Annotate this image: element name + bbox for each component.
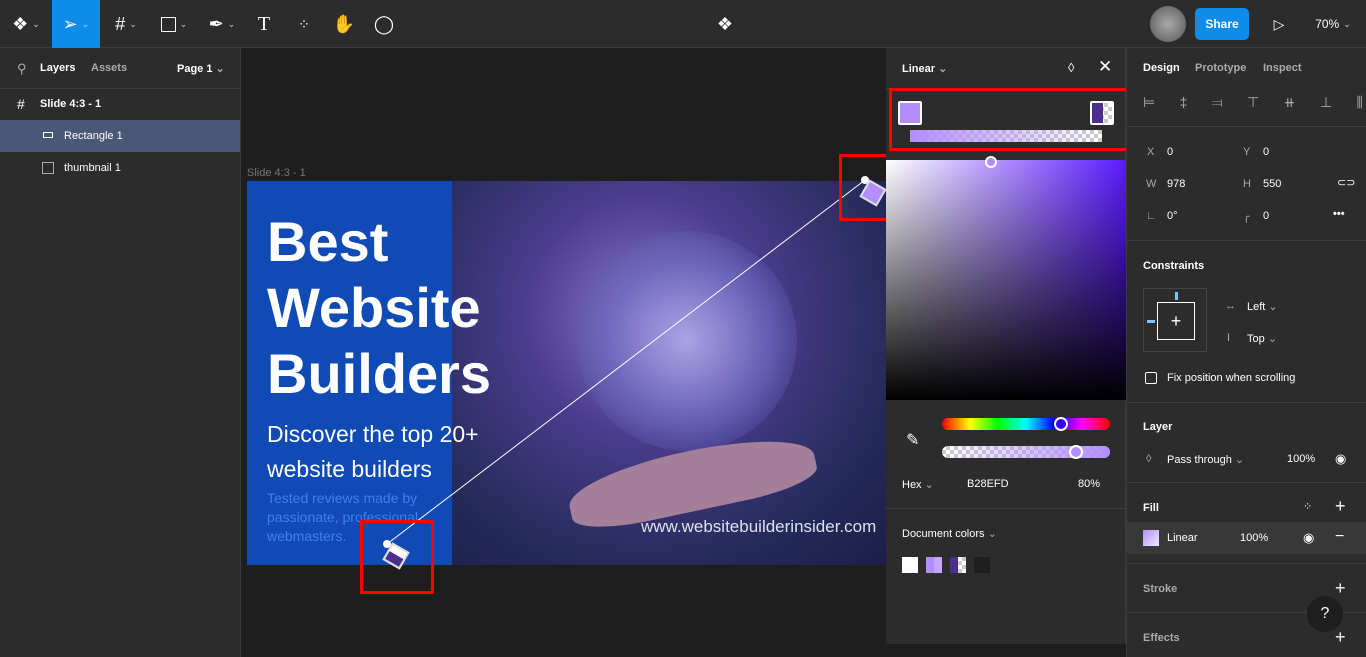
align-left-icon[interactable]: ⊨: [1143, 94, 1155, 111]
design-panel: Design Prototype Inspect ⊨ ‡ ⫤ ⊤ ⧺ ⊥ ⫼ X 0 Y 0…: [1126, 48, 1366, 657]
align-middle-icon[interactable]: ⧺: [1284, 94, 1296, 111]
chevron-down-icon: ⌄: [924, 479, 934, 491]
document-colors-dropdown[interactable]: Document colors ⌄: [902, 527, 997, 540]
radius-input[interactable]: 0: [1263, 210, 1269, 222]
stroke-title: Stroke: [1143, 583, 1178, 595]
swatch-black[interactable]: [974, 557, 990, 573]
layer-title: Layer: [1143, 421, 1173, 433]
divider: [1127, 482, 1366, 483]
divider: [1127, 240, 1366, 241]
color-format-value: Hex: [902, 479, 922, 491]
fill-title: Fill: [1143, 502, 1159, 514]
opacity-input[interactable]: 80%: [1078, 478, 1100, 490]
eye-icon[interactable]: ◉: [1335, 451, 1346, 467]
vertical-constraint-icon: I: [1227, 332, 1231, 344]
hue-slider[interactable]: [942, 418, 1110, 430]
chevron-down-icon: ⌄: [1268, 301, 1278, 313]
styles-icon[interactable]: ⁘: [1303, 500, 1312, 513]
remove-fill-icon[interactable]: −: [1335, 528, 1344, 546]
eye-icon[interactable]: ◉: [1303, 530, 1314, 546]
y-input[interactable]: 0: [1263, 146, 1269, 158]
constrain-proportions-icon[interactable]: ⊂⊃: [1337, 176, 1355, 189]
chevron-down-icon: ⌄: [1234, 454, 1245, 466]
highlight-box: [360, 520, 434, 594]
constraint-h-value: Left: [1247, 301, 1266, 313]
align-right-icon[interactable]: ⫤: [1212, 94, 1223, 111]
corner-radius-icon: ╭: [1243, 211, 1250, 223]
document-colors-label: Document colors: [902, 528, 985, 540]
x-label: X: [1147, 146, 1155, 158]
add-stroke-icon[interactable]: +: [1335, 578, 1346, 599]
add-fill-icon[interactable]: +: [1335, 496, 1346, 517]
blend-icon[interactable]: ◊: [1068, 60, 1074, 75]
chevron-down-icon: ⌄: [1267, 333, 1278, 345]
fix-position-checkbox[interactable]: [1145, 372, 1157, 384]
h-label: H: [1243, 178, 1251, 190]
constraints-title: Constraints: [1143, 260, 1205, 272]
tab-inspect[interactable]: Inspect: [1263, 62, 1302, 74]
close-icon[interactable]: ✕: [1098, 57, 1112, 77]
eyedropper-icon[interactable]: ✎: [906, 430, 919, 450]
fill-row[interactable]: Linear 100% ◉ −: [1127, 522, 1366, 554]
width-input[interactable]: 978: [1167, 178, 1185, 190]
add-effect-icon[interactable]: +: [1335, 627, 1346, 648]
blend-mode-dropdown[interactable]: Pass through ⌄: [1167, 453, 1244, 466]
align-top-icon[interactable]: ⊤: [1247, 94, 1259, 111]
saturation-handle[interactable]: [985, 156, 997, 168]
horizontal-constraint-icon: ↔: [1225, 300, 1236, 312]
fill-type-dropdown[interactable]: Linear ⌄: [902, 62, 947, 75]
rotation-input[interactable]: 0°: [1167, 210, 1178, 222]
effects-title: Effects: [1143, 632, 1180, 644]
align-bottom-icon[interactable]: ⊥: [1320, 94, 1332, 111]
fill-type-value: Linear: [902, 63, 936, 75]
height-input[interactable]: 550: [1263, 178, 1281, 190]
highlight-box: [889, 88, 1130, 151]
align-toolbar: ⊨ ‡ ⫤ ⊤ ⧺ ⊥ ⫼: [1143, 94, 1363, 111]
constraint-top[interactable]: [1175, 292, 1178, 300]
swatch-purple[interactable]: [926, 557, 942, 573]
fix-position-label: Fix position when scrolling: [1167, 372, 1296, 384]
w-label: W: [1146, 178, 1157, 190]
color-picker-panel: Linear ⌄ ◊ ✕ ✎ Hex ⌄ B28EFD 80% Document…: [886, 48, 1130, 644]
vertical-constraint-dropdown[interactable]: Top ⌄: [1247, 332, 1277, 345]
distribute-icon[interactable]: ⫼: [1357, 94, 1363, 111]
divider: [1127, 126, 1366, 127]
constraint-v-value: Top: [1247, 333, 1265, 345]
divider: [886, 508, 1126, 509]
more-icon[interactable]: •••: [1333, 208, 1345, 220]
saturation-field[interactable]: [886, 160, 1126, 400]
fill-opacity-input[interactable]: 100%: [1240, 532, 1268, 544]
hex-input[interactable]: B28EFD: [967, 478, 1009, 490]
x-input[interactable]: 0: [1167, 146, 1173, 158]
chevron-down-icon: ⌄: [938, 63, 948, 75]
layer-opacity-input[interactable]: 100%: [1287, 453, 1315, 465]
tab-design[interactable]: Design: [1143, 62, 1180, 74]
horizontal-constraint-dropdown[interactable]: Left ⌄: [1247, 300, 1278, 313]
fill-swatch[interactable]: [1143, 530, 1159, 546]
swatch-white[interactable]: [902, 557, 918, 573]
align-center-h-icon[interactable]: ‡: [1180, 94, 1188, 111]
rotation-icon: ∟: [1146, 210, 1157, 222]
chevron-down-icon: ⌄: [987, 528, 997, 540]
constraint-left[interactable]: [1147, 320, 1155, 323]
constraint-widget[interactable]: +: [1143, 288, 1207, 352]
opacity-slider[interactable]: [942, 446, 1110, 458]
divider: [1127, 402, 1366, 403]
tab-prototype[interactable]: Prototype: [1195, 62, 1246, 74]
fill-type[interactable]: Linear: [1167, 532, 1198, 544]
divider: [1127, 563, 1366, 564]
plus-icon: +: [1157, 302, 1195, 340]
blend-mode-value: Pass through: [1167, 454, 1232, 466]
swatch-dark-purple[interactable]: [950, 557, 966, 573]
blend-mode-icon: ◊: [1146, 453, 1152, 465]
help-button[interactable]: ?: [1307, 596, 1343, 632]
color-format-dropdown[interactable]: Hex ⌄: [902, 478, 934, 491]
y-label: Y: [1243, 146, 1251, 158]
